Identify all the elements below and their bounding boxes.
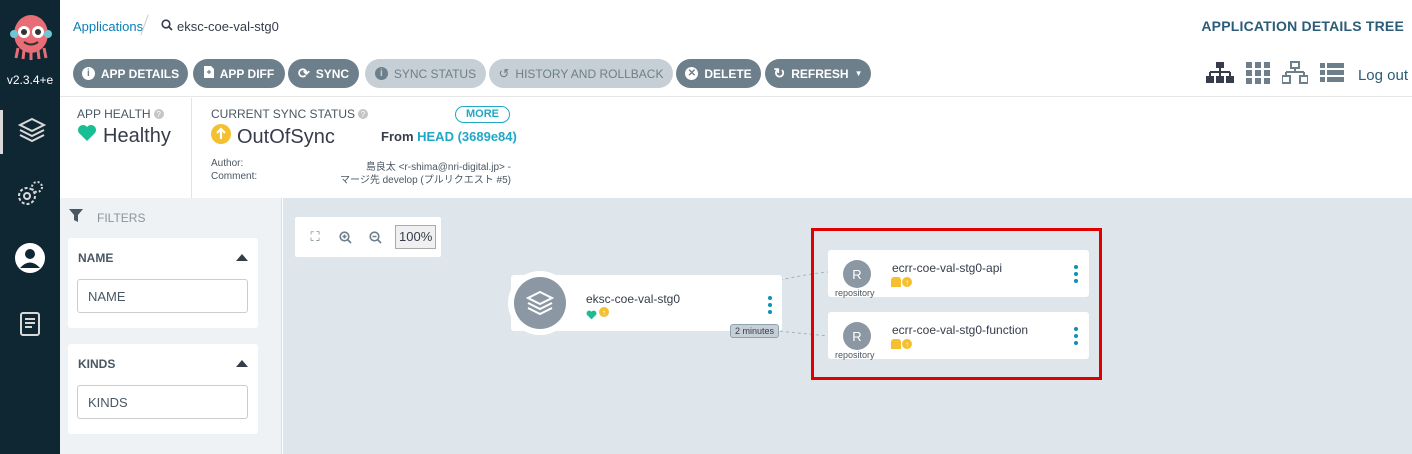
refresh-icon: ↻	[773, 65, 786, 81]
status-divider	[191, 98, 192, 198]
app-health-label: APP HEALTH ?	[77, 107, 192, 121]
sync-status-button[interactable]: i SYNC STATUS	[365, 59, 486, 88]
gears-icon	[15, 179, 45, 214]
sync-duration-badge: 2 minutes	[730, 324, 780, 338]
close-circle-icon: ✕	[685, 67, 699, 80]
nav-user-info[interactable]	[0, 238, 60, 282]
comment-value: マージ先 develop (プルリクエスト #5)	[340, 175, 511, 186]
annotation-highlight-box	[811, 228, 1102, 380]
filters-title: FILTERS	[69, 209, 145, 226]
filter-icon	[69, 209, 83, 226]
breadcrumb-applications[interactable]: Applications	[73, 19, 143, 34]
user-icon	[14, 242, 46, 279]
sync-value-text: OutOfSync	[237, 125, 335, 148]
list-view-icon[interactable]	[1319, 63, 1344, 88]
app-diff-label: APP DIFF	[219, 66, 275, 81]
nav-settings[interactable]	[0, 174, 60, 218]
kinds-filter: KINDS	[68, 344, 258, 434]
breadcrumb-current-label: eksc-coe-val-stg0	[177, 19, 279, 34]
sync-revision: From HEAD (3689e84)	[381, 129, 517, 144]
app-node-icon	[508, 271, 572, 335]
pods-view-icon[interactable]	[1245, 62, 1270, 89]
app-health: APP HEALTH ? Healthy	[77, 107, 192, 148]
filters-title-text: FILTERS	[97, 210, 146, 225]
name-filter-header: NAME	[78, 251, 114, 265]
left-nav: v2.3.4+e	[0, 0, 60, 454]
nav-docs[interactable]	[0, 304, 60, 348]
app-node-status: ↑	[586, 307, 609, 325]
page-title: APPLICATION DETAILS TREE	[1201, 18, 1404, 34]
history-icon: ↺	[498, 65, 510, 81]
sync-button[interactable]: ⟳ SYNC	[288, 59, 359, 88]
status-panel: APP HEALTH ? Healthy CURRENT SYNC STATUS…	[60, 98, 1412, 198]
name-filter-input[interactable]	[77, 279, 248, 313]
name-filter: NAME	[68, 238, 258, 328]
info-icon: i	[374, 67, 388, 80]
version-label: v2.3.4+e	[6, 73, 54, 87]
view-switcher: Log out	[1205, 61, 1408, 90]
more-button[interactable]: MORE	[455, 106, 510, 123]
top-bar: Applications eksc-coe-val-stg0 APPLICATI…	[60, 0, 1412, 52]
app-details-label: APP DETAILS	[100, 66, 180, 81]
sync-status-label-text: CURRENT SYNC STATUS	[211, 107, 356, 121]
nav-applications[interactable]	[0, 110, 60, 154]
caret-up-icon[interactable]	[236, 254, 248, 261]
tree-view-icon[interactable]	[1205, 61, 1234, 90]
history-label: HISTORY AND ROLLBACK	[515, 66, 664, 81]
argocd-app-details: v2.3.4+e Applications eksc-coe-val-stg0 …	[0, 0, 1412, 454]
filters-panel: FILTERS NAME KINDS	[60, 198, 282, 454]
resource-tree-graph: ⛶ 100% eksc-coe-val-stg0 ↑ 2 minutes R r…	[283, 198, 1412, 454]
sync-label: SYNC	[315, 66, 350, 81]
kinds-filter-header: KINDS	[78, 357, 116, 371]
app-node-menu-icon[interactable]	[768, 296, 772, 314]
app-diff-button[interactable]: APP DIFF	[193, 59, 285, 88]
logout-link[interactable]: Log out	[1358, 67, 1408, 84]
refresh-label: REFRESH	[791, 66, 849, 81]
docs-icon	[19, 311, 41, 342]
file-diff-icon	[203, 66, 214, 81]
argo-logo[interactable]	[10, 12, 52, 60]
arrow-up-circle-icon	[211, 124, 231, 150]
heart-icon	[77, 124, 97, 148]
info-icon: i	[81, 67, 95, 80]
breadcrumb-current: eksc-coe-val-stg0	[161, 19, 279, 34]
history-rollback-button[interactable]: ↺ HISTORY AND ROLLBACK	[489, 59, 673, 88]
revision-link[interactable]: HEAD (3689e84)	[417, 129, 517, 144]
help-icon[interactable]: ?	[153, 109, 164, 119]
arrow-up-circle-icon: ↑	[599, 307, 609, 317]
refresh-button[interactable]: ↻ REFRESH ▼	[765, 59, 871, 88]
heart-icon	[586, 307, 597, 325]
app-health-value: Healthy	[77, 124, 192, 148]
sync-status-label: SYNC STATUS	[393, 66, 477, 81]
caret-up-icon[interactable]	[236, 360, 248, 367]
delete-label: DELETE	[704, 66, 752, 81]
from-label: From	[381, 129, 414, 144]
health-value-text: Healthy	[103, 124, 171, 147]
sync-icon: ⟳	[297, 65, 310, 81]
comment-label: Comment:	[211, 171, 258, 182]
app-health-label-text: APP HEALTH	[77, 107, 151, 121]
help-icon[interactable]: ?	[358, 109, 369, 119]
app-details-button[interactable]: i APP DETAILS	[73, 59, 188, 88]
caret-down-icon: ▼	[854, 69, 863, 78]
toolbar: i APP DETAILS APP DIFF ⟳ SYNC i SYNC STA…	[60, 52, 1412, 97]
layers-icon	[514, 277, 566, 329]
app-node-name: eksc-coe-val-stg0	[586, 292, 681, 306]
network-view-icon[interactable]	[1280, 61, 1309, 90]
search-icon	[161, 19, 173, 34]
kinds-filter-input[interactable]	[77, 385, 248, 419]
author-label: Author:	[211, 158, 244, 169]
layers-icon	[17, 116, 47, 149]
delete-button[interactable]: ✕ DELETE	[676, 59, 761, 88]
